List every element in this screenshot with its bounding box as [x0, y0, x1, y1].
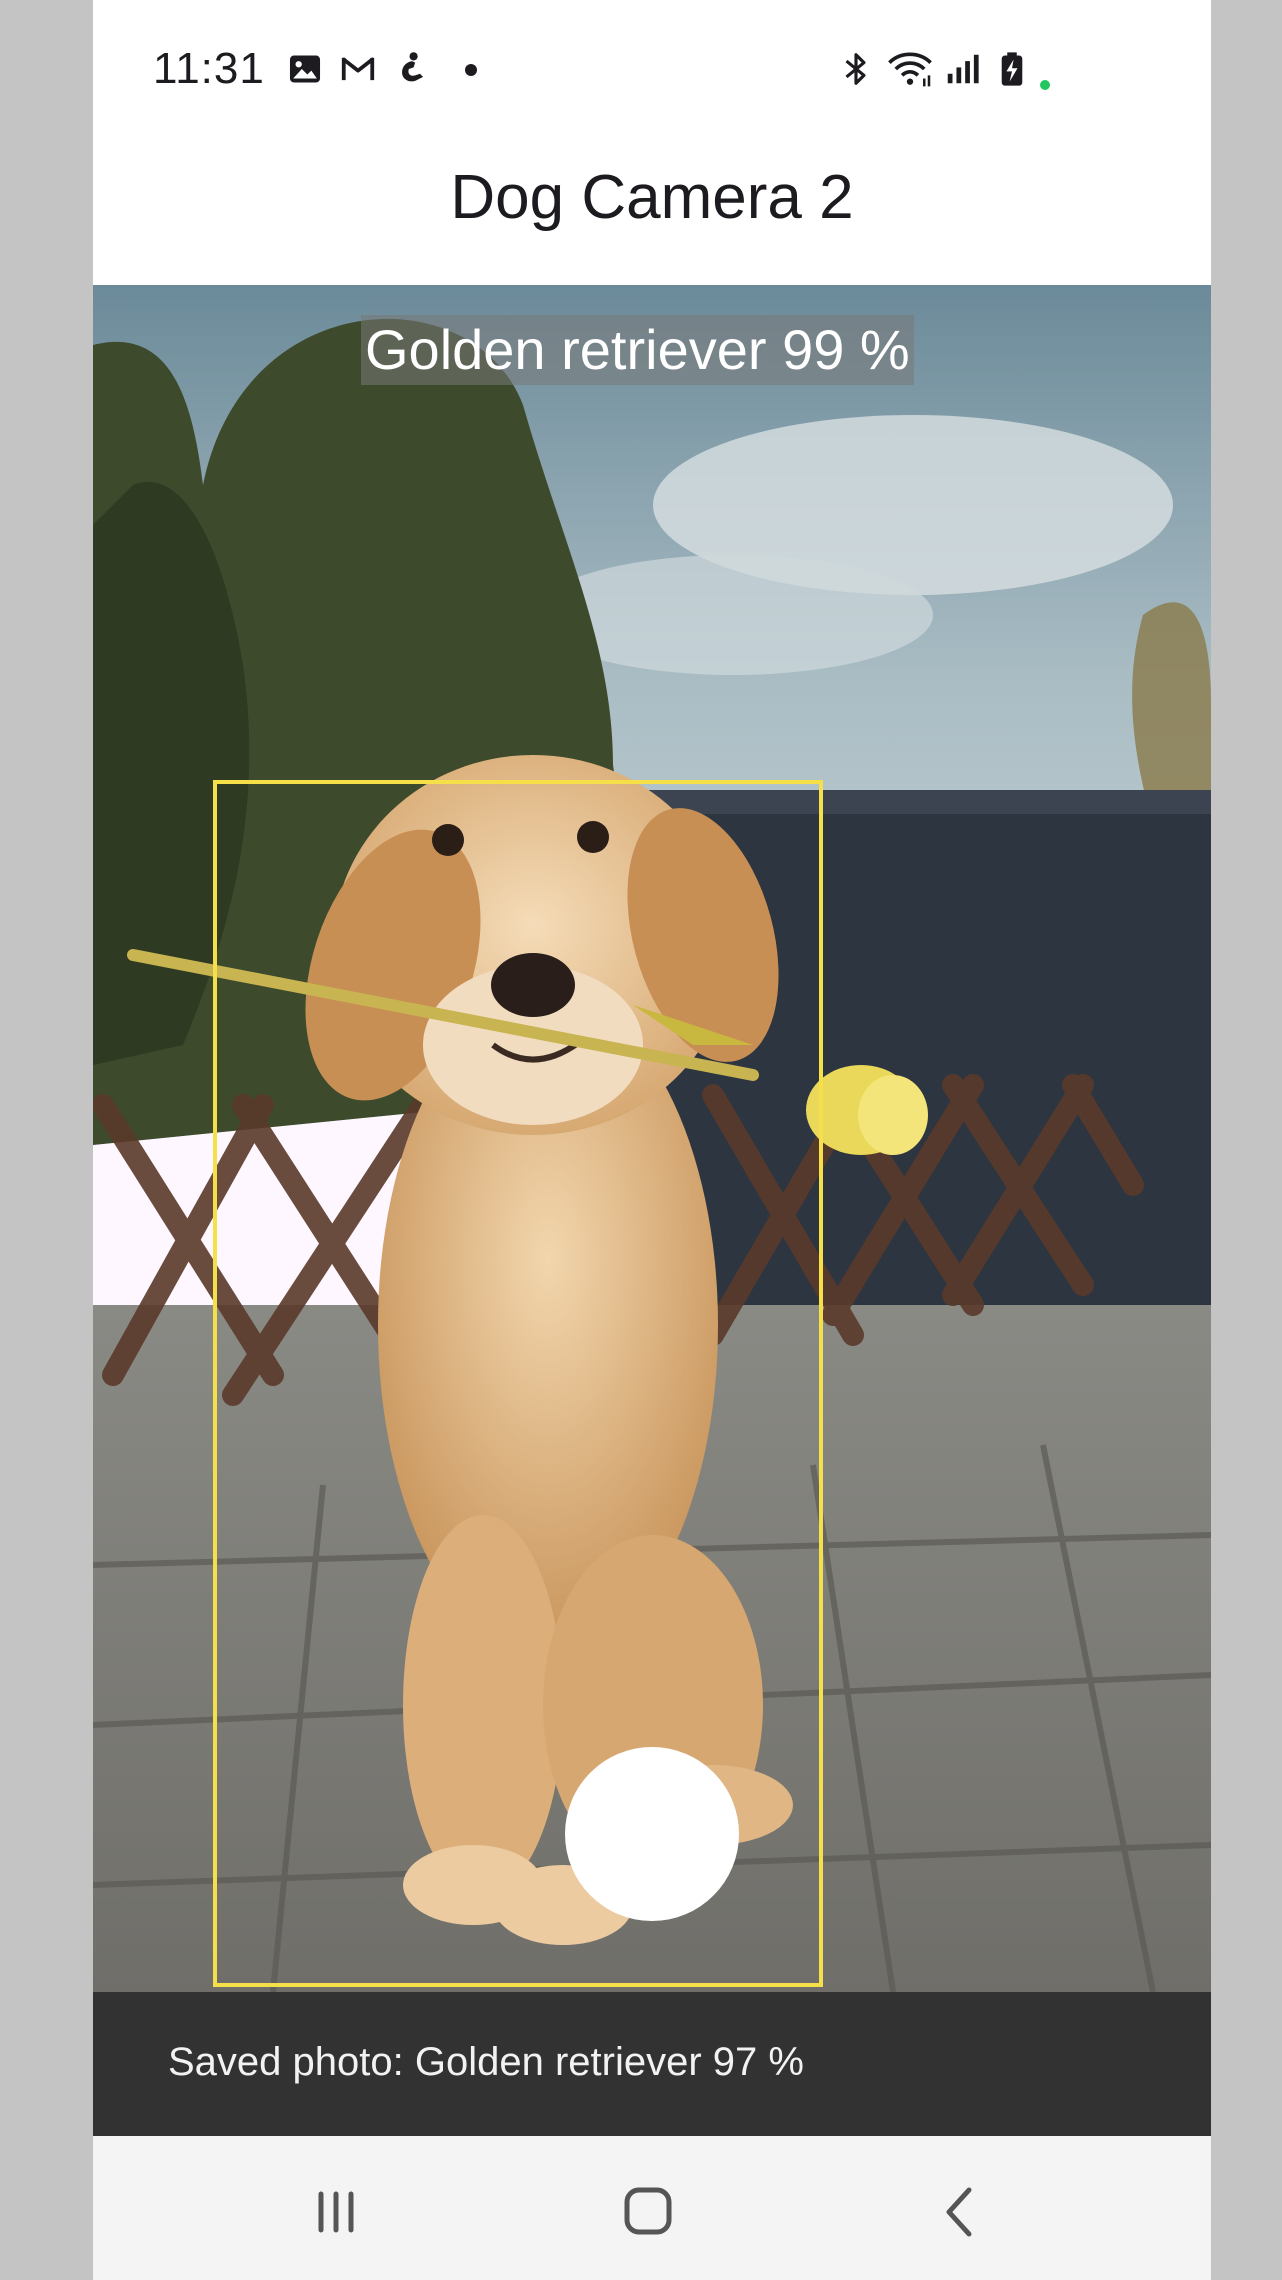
bluetooth-icon — [837, 50, 875, 88]
camera-preview[interactable]: Golden retriever 99 % — [93, 285, 1211, 1992]
back-button[interactable] — [915, 2172, 1005, 2252]
page-title: Dog Camera 2 — [450, 163, 854, 232]
notification-dot-icon — [465, 64, 477, 76]
phone-screen: 11:31 Dog Camera 2 Golden retriever 99 %… — [93, 0, 1211, 2280]
app-bar: Dog Camera 2 — [93, 140, 1211, 285]
recent-apps-icon — [318, 2191, 354, 2233]
privacy-indicator-icon — [1040, 80, 1050, 90]
image-icon — [286, 50, 324, 88]
signal-icon — [943, 50, 981, 88]
status-time: 11:31 — [153, 44, 265, 93]
detection-label: Golden retriever 99 % — [361, 315, 914, 385]
home-button[interactable] — [603, 2172, 693, 2252]
recent-apps-button[interactable] — [291, 2172, 381, 2252]
back-icon — [946, 2187, 972, 2237]
system-nav-bar — [93, 2136, 1211, 2280]
home-icon — [624, 2187, 672, 2235]
snackbar: Saved photo: Golden retriever 97 % — [93, 1992, 1211, 2136]
status-bar: 11:31 — [93, 0, 1211, 140]
wifi-icon — [885, 50, 935, 88]
shutter-button[interactable] — [565, 1747, 739, 1921]
snackbar-message: Saved photo: Golden retriever 97 % — [168, 2040, 804, 2084]
gmail-icon — [339, 50, 377, 88]
accessibility-icon — [393, 50, 431, 88]
battery-charging-icon — [993, 50, 1031, 88]
